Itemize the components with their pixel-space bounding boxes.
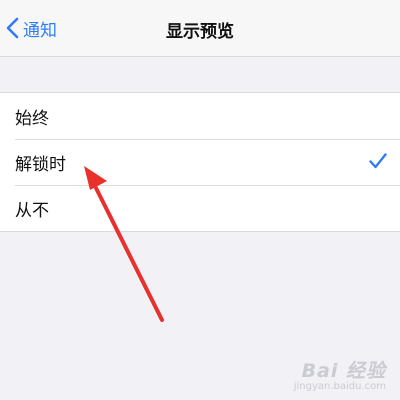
navigation-bar: 通知 显示预览 bbox=[0, 0, 400, 57]
option-label: 从不 bbox=[15, 200, 49, 221]
option-label: 解锁时 bbox=[15, 154, 66, 175]
checkmark-icon bbox=[369, 153, 387, 169]
page-title: 显示预览 bbox=[166, 22, 234, 42]
option-never[interactable]: 从不 bbox=[0, 185, 400, 231]
option-when-unlocked[interactable]: 解锁时 bbox=[0, 139, 400, 185]
option-label: 始终 bbox=[15, 108, 49, 129]
watermark-logo-text: Bai 经验 bbox=[301, 360, 386, 382]
watermark-url: jingyan.baidu.com bbox=[293, 381, 386, 392]
watermark: Bai 经验 jingyan.baidu.com bbox=[294, 356, 386, 392]
option-always[interactable]: 始终 bbox=[0, 93, 400, 139]
preview-options-list: 始终 解锁时 从不 bbox=[0, 92, 400, 232]
